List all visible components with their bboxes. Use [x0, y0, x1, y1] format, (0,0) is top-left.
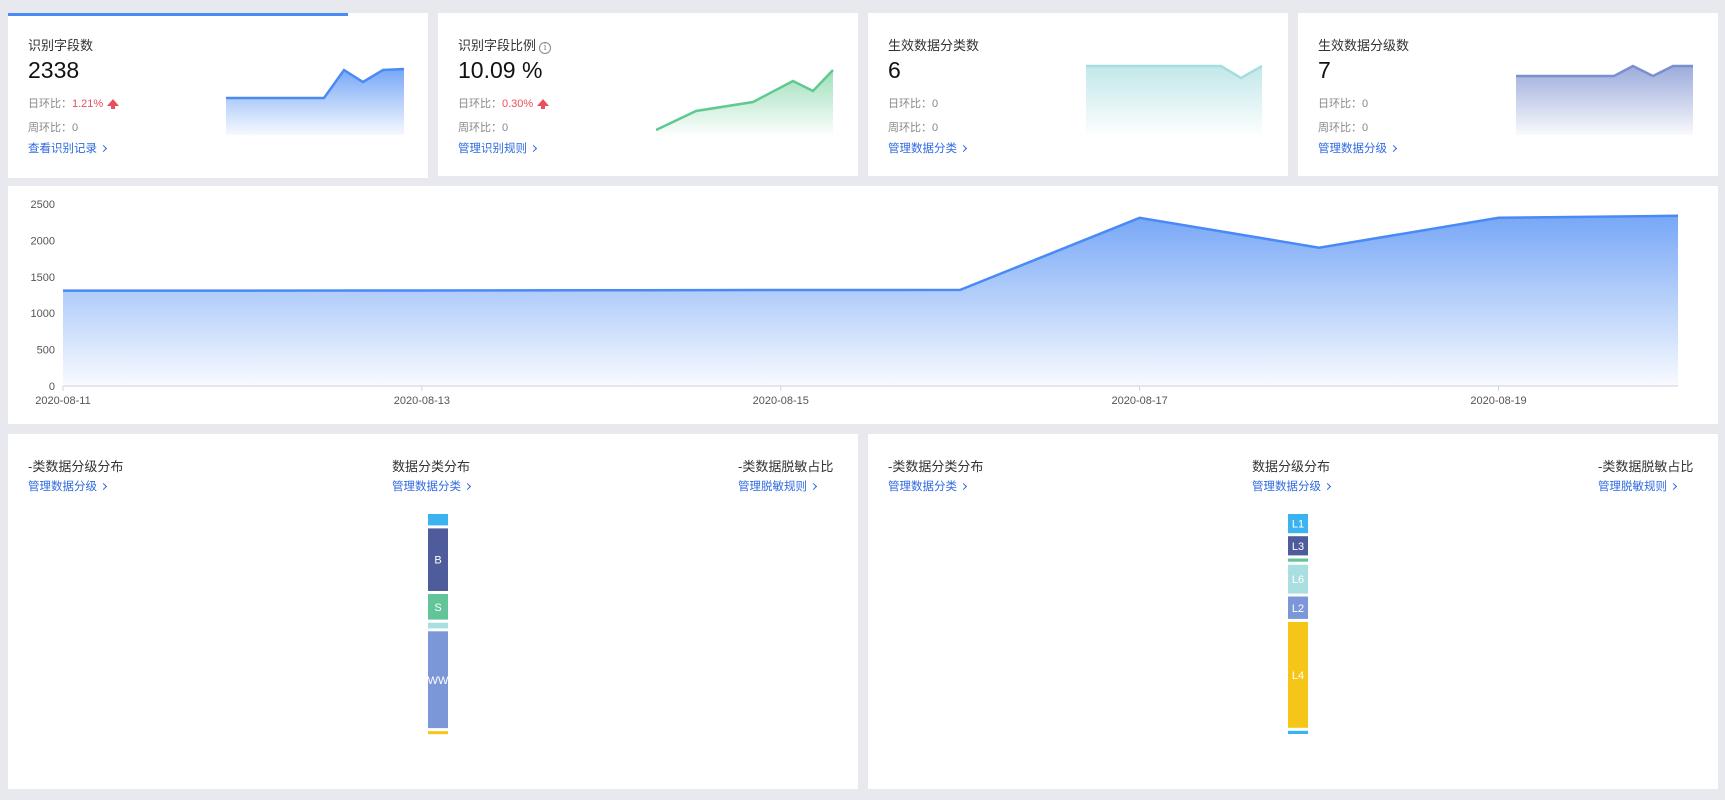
classification-stacked-bar: B S WW	[428, 514, 449, 735]
right-distribution-panel: -类数据分类分布 管理数据分类 数据分级分布 管理数据分级 -类数据脱敏占比 管…	[868, 434, 1718, 789]
chevron-right-icon	[463, 482, 472, 491]
chevron-right-icon	[99, 144, 108, 153]
trend-area-chart: 0 500 1000 1500 2000 2500 2020-08-11 2020-08-13…	[31, 199, 1679, 407]
stack-segment[interactable]	[428, 514, 448, 526]
kpi-week-ratio: 周环比：0	[888, 122, 939, 134]
kpi-day-ratio: 日环比：1.21%	[28, 95, 120, 111]
manage-grading-link[interactable]: 管理数据分级	[1252, 478, 1332, 494]
kpi-value: 10.09 %	[458, 57, 543, 83]
section-title: -类数据分类分布	[888, 459, 984, 474]
trend-chart-card: 0 500 1000 1500 2000 2500 2020-08-11 2020-08-13…	[8, 186, 1718, 424]
kpi-day-ratio: 日环比：0	[1318, 98, 1369, 110]
y-tick-label: 2000	[31, 235, 55, 247]
chevron-right-icon	[959, 482, 968, 491]
chevron-right-icon	[1669, 482, 1678, 491]
x-tick-label: 2020-08-17	[1112, 395, 1168, 407]
grading-stacked-bar: L1 L3 L6 L2 L4	[1288, 514, 1308, 734]
x-tick-label: 2020-08-13	[394, 395, 450, 407]
manage-classification-link[interactable]: 管理数据分类	[888, 140, 968, 156]
kpi-title: 识别字段数	[28, 38, 94, 53]
chevron-right-icon	[959, 144, 968, 153]
section-title: -类数据脱敏占比	[738, 459, 834, 474]
stack-segment[interactable]	[1288, 730, 1308, 734]
x-tick-label: 2020-08-19	[1470, 395, 1526, 407]
section-title: -类数据分级分布	[28, 459, 124, 474]
manage-classification-link[interactable]: 管理数据分类	[888, 478, 968, 494]
trend-area	[63, 215, 1678, 386]
kpi-week-ratio: 周环比：0	[458, 122, 509, 134]
kpi-value: 6	[888, 57, 901, 83]
kpi-day-ratio: 日环比：0.30%	[458, 95, 550, 111]
manage-grading-link[interactable]: 管理数据分级	[28, 478, 108, 494]
arrow-up-icon	[107, 99, 120, 109]
kpi-week-ratio: 周环比：0	[28, 122, 79, 134]
chevron-right-icon	[99, 482, 108, 491]
view-records-link[interactable]: 查看识别记录	[28, 140, 108, 156]
kpi-card-identified-fields: 识别字段数 2338 日环比：1.21% 周环比：0 查看识别记录	[8, 13, 428, 178]
segment-label: L6	[1292, 574, 1304, 586]
manage-masking-link[interactable]: 管理脱敏规则	[1598, 478, 1678, 494]
kpi-value: 7	[1318, 57, 1331, 83]
kpi-value: 2338	[28, 57, 80, 83]
kpi-day-ratio: 日环比：0	[888, 98, 939, 110]
kpi-sparkline	[1516, 64, 1693, 135]
chevron-right-icon	[1323, 482, 1332, 491]
y-tick-label: 2500	[31, 199, 55, 211]
y-tick-label: 0	[49, 381, 55, 393]
arrow-up-icon	[537, 99, 550, 109]
section-title: 数据分类分布	[392, 459, 471, 474]
info-icon[interactable]: i	[539, 42, 552, 54]
kpi-sparkline	[1086, 64, 1263, 135]
kpi-title: 识别字段比例 i	[458, 35, 552, 54]
section-title: -类数据脱敏占比	[1598, 459, 1694, 474]
stack-segment[interactable]	[428, 622, 448, 629]
segment-label: S	[434, 602, 441, 614]
segment-label: L1	[1292, 519, 1304, 531]
y-tick-label: 500	[37, 345, 55, 357]
manage-classification-link[interactable]: 管理数据分类	[392, 478, 472, 494]
segment-label: L2	[1292, 603, 1304, 615]
kpi-sparkline	[226, 67, 405, 135]
segment-label: L3	[1292, 541, 1304, 553]
kpi-title: 生效数据分级数	[1318, 38, 1410, 53]
kpi-card-classification-count: 生效数据分类数 6 日环比：0 周环比：0 管理数据分类	[868, 13, 1288, 176]
manage-masking-link[interactable]: 管理脱敏规则	[738, 478, 818, 494]
y-tick-label: 1500	[31, 272, 55, 284]
section-title: 数据分级分布	[1252, 459, 1331, 474]
kpi-card-identified-ratio: 识别字段比例 i 10.09 % 日环比：0.30% 周环比：0 管理识别规则	[438, 13, 858, 176]
manage-grading-link[interactable]: 管理数据分级	[1318, 140, 1398, 156]
segment-label: L4	[1292, 670, 1304, 682]
kpi-week-ratio: 周环比：0	[1318, 122, 1369, 134]
segment-label: WW	[428, 675, 449, 687]
manage-rules-link[interactable]: 管理识别规则	[458, 140, 538, 156]
stack-segment[interactable]	[428, 731, 448, 735]
x-tick-label: 2020-08-11	[35, 395, 90, 407]
chevron-right-icon	[529, 144, 538, 153]
y-tick-label: 1000	[31, 308, 55, 320]
stack-segment[interactable]	[1288, 558, 1308, 562]
kpi-card-grading-count: 生效数据分级数 7 日环比：0 周环比：0 管理数据分级	[1298, 13, 1718, 176]
left-distribution-panel: -类数据分级分布 管理数据分级 数据分类分布 管理数据分类 -类数据脱敏占比 管…	[8, 434, 858, 789]
chevron-right-icon	[809, 482, 818, 491]
segment-label: B	[434, 555, 441, 567]
x-tick-label: 2020-08-15	[753, 395, 809, 407]
kpi-sparkline	[656, 69, 834, 135]
kpi-title: 生效数据分类数	[888, 38, 980, 53]
active-card-indicator	[8, 13, 348, 16]
chevron-right-icon	[1389, 144, 1398, 153]
